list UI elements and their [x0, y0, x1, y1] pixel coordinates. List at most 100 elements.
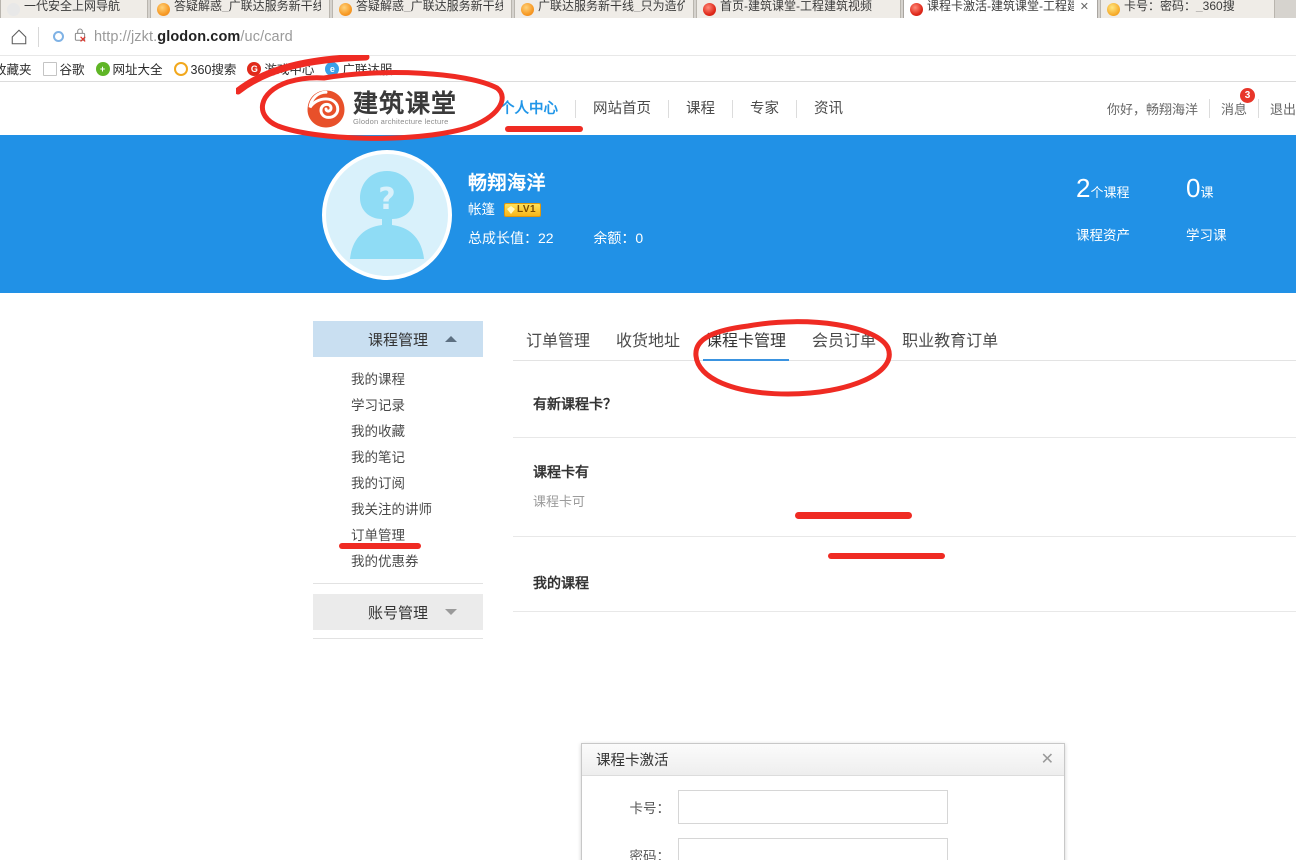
- browser-tab[interactable]: 答疑解惑_广联达服务新干线: [332, 0, 512, 18]
- gem-icon: [507, 206, 515, 214]
- metric-learning-courses[interactable]: 0课 学习课: [1186, 171, 1296, 244]
- section-card-validity: 课程卡有 课程卡可: [533, 462, 1296, 510]
- sidebar-item-my-coupons[interactable]: 我的优惠券: [313, 549, 483, 575]
- section-card-validity-desc: 课程卡可: [533, 494, 586, 509]
- section-card-validity-title: 课程卡有: [533, 464, 589, 480]
- greeting-text: 你好，畅翔海洋: [1096, 99, 1210, 118]
- browser-tab[interactable]: 广联达服务新干线_只为造价: [514, 0, 694, 18]
- site-logo[interactable]: 建筑课堂 Glodon architecture lecture: [305, 88, 457, 130]
- bookmark-label: 游戏中心: [264, 63, 315, 77]
- home-icon[interactable]: [6, 24, 32, 50]
- metric-number: 0课: [1186, 173, 1214, 203]
- bookmark-item[interactable]: + 网址大全: [95, 59, 163, 78]
- logo-subtitle: Glodon architecture lecture: [353, 116, 449, 126]
- browser-tab[interactable]: 卡号：密码：_360搜: [1100, 0, 1275, 18]
- card-number-input[interactable]: [678, 790, 948, 824]
- modal-header: 课程卡激活 ✕: [582, 744, 1064, 776]
- browser-tab-title: 答疑解惑_广联达服务新干线: [356, 0, 503, 12]
- balance-value: 余额：0: [593, 230, 644, 246]
- tab-vocational-education-orders[interactable]: 职业教育订单: [889, 327, 1011, 360]
- browser-tab-title: 课程卡激活-建筑课堂-工程建: [927, 0, 1074, 12]
- content-tabs: 订单管理 收货地址 课程卡管理 会员订单 职业教育订单: [513, 315, 1296, 361]
- sidebar-item-order-management[interactable]: 订单管理: [313, 523, 483, 549]
- sidebar-item-study-record[interactable]: 学习记录: [313, 393, 483, 419]
- browser-chrome: 一代安全上网导航 答疑解惑_广联达服务新干线 答疑解惑_广联达服务新干线 广联达…: [0, 0, 1296, 82]
- caret-down-icon: [445, 609, 457, 615]
- tab-shipping-address[interactable]: 收货地址: [603, 327, 693, 360]
- browser-tab-active[interactable]: 课程卡激活-建筑课堂-工程建 ✕: [903, 0, 1098, 18]
- browser-nav-bar: http://jzkt.glodon.com/uc/card: [0, 18, 1296, 56]
- logo-title: 建筑课堂: [353, 88, 458, 118]
- browser-tab[interactable]: 首页-建筑课堂-工程建筑视频: [696, 0, 901, 18]
- url-text: http://jzkt.glodon.com/uc/card: [94, 28, 293, 45]
- toolbar-divider: [38, 26, 39, 47]
- sidebar-item-my-courses[interactable]: 我的课程: [313, 367, 483, 393]
- avatar[interactable]: ?: [322, 150, 452, 280]
- close-icon[interactable]: ✕: [1080, 0, 1089, 13]
- default-user-avatar-icon: ?: [350, 171, 424, 259]
- browser-tab[interactable]: 答疑解惑_广联达服务新干线: [150, 0, 330, 18]
- browser-tab[interactable]: 一代安全上网导航: [0, 0, 148, 18]
- profile-banner: ? 畅翔海洋 帐篷 LV1 总成长值：22 余额：0 2个课程 课程资产 0课 …: [0, 135, 1296, 293]
- browser-tab-title: 广联达服务新干线_只为造价: [538, 0, 685, 12]
- password-label: 密码：: [629, 849, 671, 860]
- tab-course-card-management[interactable]: 课程卡管理: [693, 327, 799, 361]
- logout-link[interactable]: 退出: [1259, 99, 1296, 118]
- level-badge: LV1: [504, 203, 542, 217]
- nav-item-experts[interactable]: 专家: [733, 99, 798, 118]
- close-icon[interactable]: ✕: [1041, 751, 1054, 768]
- modal-field-password: 密码：: [582, 838, 1064, 860]
- caret-up-icon: [445, 336, 457, 342]
- body-area: 课程管理 我的课程 学习记录 我的收藏 我的笔记 我的订阅 我关注的讲师 订单管…: [0, 293, 1296, 860]
- bookmark-item[interactable]: 谷歌: [42, 59, 85, 78]
- metric-number: 2个课程: [1076, 173, 1130, 203]
- bookmark-label: 收藏夹: [0, 63, 32, 77]
- orange-moon-icon: [339, 2, 352, 16]
- message-count-badge: 3: [1239, 88, 1255, 103]
- page-content: 建筑课堂 Glodon architecture lecture 个人中心 网站…: [0, 82, 1296, 860]
- nav-item-homepage[interactable]: 网站首页: [576, 99, 670, 118]
- red-flame-icon: [910, 2, 923, 16]
- sidebar-group-title: 课程管理: [367, 331, 428, 349]
- sidebar-group-course-management[interactable]: 课程管理: [313, 321, 483, 357]
- url-bar[interactable]: http://jzkt.glodon.com/uc/card: [45, 24, 1290, 50]
- red-g-icon: G: [247, 61, 262, 76]
- bookmark-item[interactable]: 收藏夹: [0, 59, 32, 78]
- profile-info: 畅翔海洋 帐篷 LV1 总成长值：22 余额：0: [468, 171, 643, 253]
- bookmark-label: 谷歌: [59, 63, 85, 77]
- none-icon: [7, 2, 20, 16]
- bookmark-item[interactable]: G 游戏中心: [247, 59, 314, 78]
- banner-metrics: 2个课程 课程资产 0课 学习课: [1076, 171, 1296, 244]
- browser-tab-title: 卡号：密码：_360搜: [1124, 0, 1235, 12]
- sidebar-item-followed-teachers[interactable]: 我关注的讲师: [313, 497, 483, 523]
- nav-item-personal-center[interactable]: 个人中心: [483, 99, 577, 118]
- modal-field-card-number: 卡号：: [582, 790, 1064, 824]
- bookmark-item[interactable]: e 广联达服: [325, 59, 392, 78]
- browser-tab-strip[interactable]: 一代安全上网导航 答疑解惑_广联达服务新干线 答疑解惑_广联达服务新干线 广联达…: [0, 0, 1296, 18]
- profile-name: 畅翔海洋: [468, 173, 547, 194]
- sidebar-item-my-notes[interactable]: 我的笔记: [313, 445, 483, 471]
- course-card-activation-modal: 课程卡激活 ✕ 卡号： 密码： 激 活: [581, 743, 1065, 860]
- green-plus-icon: +: [95, 61, 110, 76]
- bookmark-label: 360搜索: [190, 63, 237, 77]
- password-input[interactable]: [678, 838, 948, 860]
- sidebar-group-account-management[interactable]: 账号管理: [313, 594, 483, 630]
- profile-nickname: 帐篷: [468, 202, 495, 217]
- bookmark-bar: 收藏夹 谷歌 + 网址大全 360搜索 G 游戏中心 e 广联达服: [0, 56, 1296, 82]
- sidebar-divider: [313, 638, 483, 639]
- bookmark-item[interactable]: 360搜索: [173, 59, 237, 78]
- messages-label: 消息: [1220, 102, 1247, 117]
- nav-item-courses[interactable]: 课程: [669, 99, 734, 118]
- blue-swirl-icon: e: [325, 61, 340, 76]
- metric-course-assets[interactable]: 2个课程 课程资产: [1076, 171, 1186, 244]
- tab-member-orders[interactable]: 会员订单: [799, 327, 889, 360]
- tab-order-management[interactable]: 订单管理: [513, 327, 603, 360]
- nav-item-news[interactable]: 资讯: [797, 100, 860, 118]
- bookmark-label: 广联达服: [342, 63, 393, 77]
- page-info-icon[interactable]: [53, 31, 64, 42]
- glodon-flame-logo-icon: [305, 88, 347, 130]
- sidebar-item-my-favorites[interactable]: 我的收藏: [313, 419, 483, 445]
- lock-broken-icon: [73, 27, 87, 47]
- messages-link[interactable]: 消息 3: [1210, 88, 1259, 118]
- sidebar-item-my-subscriptions[interactable]: 我的订阅: [313, 471, 483, 497]
